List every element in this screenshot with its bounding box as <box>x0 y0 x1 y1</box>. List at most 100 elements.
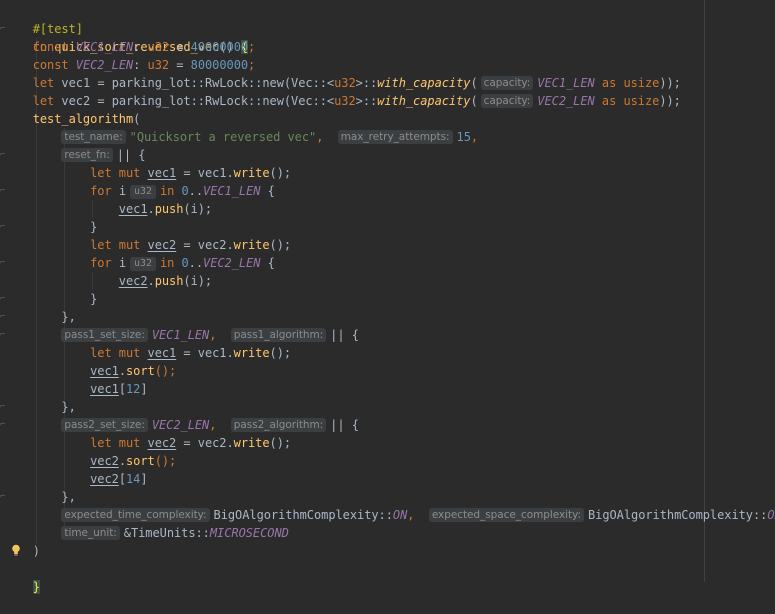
code-line[interactable]: pass1_set_size: VEC1_LEN, pass1_algorithm… <box>4 326 359 344</box>
code-line[interactable]: for i u32 in 0..VEC2_LEN { <box>4 254 275 272</box>
code-line[interactable]: }, <box>4 398 76 416</box>
mutable-variable: vec1 <box>118 202 148 216</box>
method: write <box>233 346 270 360</box>
mutable-variable: vec2 <box>90 472 119 486</box>
expression: = vec1. <box>183 346 234 360</box>
code-editor[interactable]: ⌐ ⌐ ⌐ ⌐ ⌐ ⌐ ⌐ ⌐ ⌐ ⌐ ⌐ #[test] fn quick_s… <box>0 0 775 594</box>
brace: }, <box>61 310 76 324</box>
constant-ref: MICROSECOND <box>209 526 289 540</box>
constant-ref: VEC2_LEN <box>203 256 261 270</box>
keyword: const <box>32 58 69 72</box>
closure: || { <box>330 328 359 342</box>
code-line[interactable]: vec1.sort(); <box>4 362 176 380</box>
number: 40000000 <box>190 40 249 54</box>
colon: : <box>133 58 141 72</box>
semicolon: ; <box>248 40 256 54</box>
keyword: let <box>32 94 55 108</box>
punct: (); <box>269 346 292 360</box>
type: usize <box>623 76 660 90</box>
param-hint: expected_time_complexity: <box>61 508 210 522</box>
constant-ref: VEC1_LEN <box>537 76 595 90</box>
code-line[interactable]: reset_fn: || { <box>4 146 145 164</box>
code-line[interactable]: vec1.push(i); <box>4 200 212 218</box>
colon: : <box>133 40 141 54</box>
punct: (); <box>154 364 177 378</box>
code-line[interactable]: let vec2 = parking_lot::RwLock::new(Vec:… <box>4 92 681 110</box>
param-hint: capacity: <box>480 94 534 108</box>
equals: = <box>176 58 184 72</box>
path: >:: <box>355 76 378 90</box>
paren: ( <box>470 76 478 90</box>
code-line[interactable]: }, <box>4 488 75 506</box>
code-line[interactable]: let mut vec1 = vec1.write(); <box>4 344 291 362</box>
keyword: let mut <box>90 346 141 360</box>
keyword: in <box>159 184 175 198</box>
param-hint: reset_fn: <box>61 148 113 162</box>
code-line[interactable]: fn quick_sort_reversed_vec() { <box>4 20 248 54</box>
code-line[interactable]: const VEC1_LEN: u32 = 40000000; <box>4 38 256 56</box>
keyword: as <box>601 94 617 108</box>
method: write <box>233 436 270 450</box>
number: 0 <box>181 256 189 270</box>
keyword: let mut <box>90 436 141 450</box>
punct: (i); <box>183 202 213 216</box>
comma: , <box>470 130 479 144</box>
method: write <box>233 166 270 180</box>
type-hint: u32 <box>130 185 156 199</box>
code-line[interactable]: for i u32 in 0..VEC1_LEN { <box>4 182 275 200</box>
punct: (i); <box>183 274 213 288</box>
method: write <box>233 238 270 252</box>
code-line[interactable]: let mut vec1 = vec1.write(); <box>4 164 291 182</box>
code-line[interactable]: pass2_set_size: VEC2_LEN, pass2_algorithm… <box>4 416 359 434</box>
bracket: ] <box>140 472 148 486</box>
code-line[interactable]: let mut vec2 = vec2.write(); <box>4 434 291 452</box>
code-line[interactable]: vec2.sort(); <box>4 452 176 470</box>
mutable-variable: vec1 <box>90 382 119 396</box>
keyword: let mut <box>90 238 141 252</box>
dot: . <box>118 454 126 468</box>
code-line[interactable]: }, <box>4 308 76 326</box>
path: BigOAlgorithmComplexity:: <box>213 508 393 522</box>
lightbulb-icon[interactable] <box>11 544 21 556</box>
code-line[interactable]: expected_time_complexity: BigOAlgorithmCo… <box>4 506 775 524</box>
variable: vec2 <box>61 94 91 108</box>
keyword: in <box>159 256 175 270</box>
punct: (); <box>269 436 292 450</box>
type: usize <box>623 94 660 108</box>
paren: )); <box>659 94 681 108</box>
type: u32 <box>334 76 356 90</box>
param-hint: pass1_set_size: <box>61 328 148 342</box>
code-line[interactable]: ) <box>4 542 40 560</box>
brace: { <box>267 184 275 198</box>
code-line[interactable]: vec2[14] <box>4 470 148 488</box>
code-line[interactable]: #[test] <box>4 2 83 36</box>
code-line[interactable]: let vec1 = parking_lot::RwLock::new(Vec:… <box>4 74 681 92</box>
code-line[interactable]: test_name: "Quicksort a reversed vec", ma… <box>4 128 478 146</box>
code-line[interactable]: } <box>4 290 97 308</box>
bracket: [ <box>118 472 126 486</box>
keyword: const <box>32 40 69 54</box>
code-line[interactable]: time_unit: &TimeUnits::MICROSECOND <box>4 524 289 542</box>
right-margin-guide <box>704 0 705 582</box>
comma: , <box>209 418 217 432</box>
code-line[interactable]: const VEC2_LEN: u32 = 80000000; <box>4 56 256 74</box>
closure: || { <box>116 148 146 162</box>
code-line[interactable]: vec1[12] <box>4 380 147 398</box>
paren: )); <box>659 76 681 90</box>
method: push <box>154 202 184 216</box>
punct: (); <box>269 166 292 180</box>
mutable-variable: vec2 <box>118 274 148 288</box>
code-line[interactable]: } <box>4 560 40 594</box>
code-line[interactable]: vec2.push(i); <box>4 272 212 290</box>
string: "Quicksort a reversed vec" <box>129 130 317 144</box>
number: 12 <box>126 382 141 396</box>
paren: ( <box>470 94 478 108</box>
type: u32 <box>147 58 170 72</box>
keyword: let mut <box>90 166 141 180</box>
function-call: test_algorithm <box>32 112 134 126</box>
range-op: .. <box>188 256 204 270</box>
code-line[interactable]: let mut vec2 = vec2.write(); <box>4 236 291 254</box>
code-line[interactable]: test_algorithm( <box>4 110 141 128</box>
code-line[interactable]: } <box>4 218 97 236</box>
brace: }, <box>61 400 76 414</box>
